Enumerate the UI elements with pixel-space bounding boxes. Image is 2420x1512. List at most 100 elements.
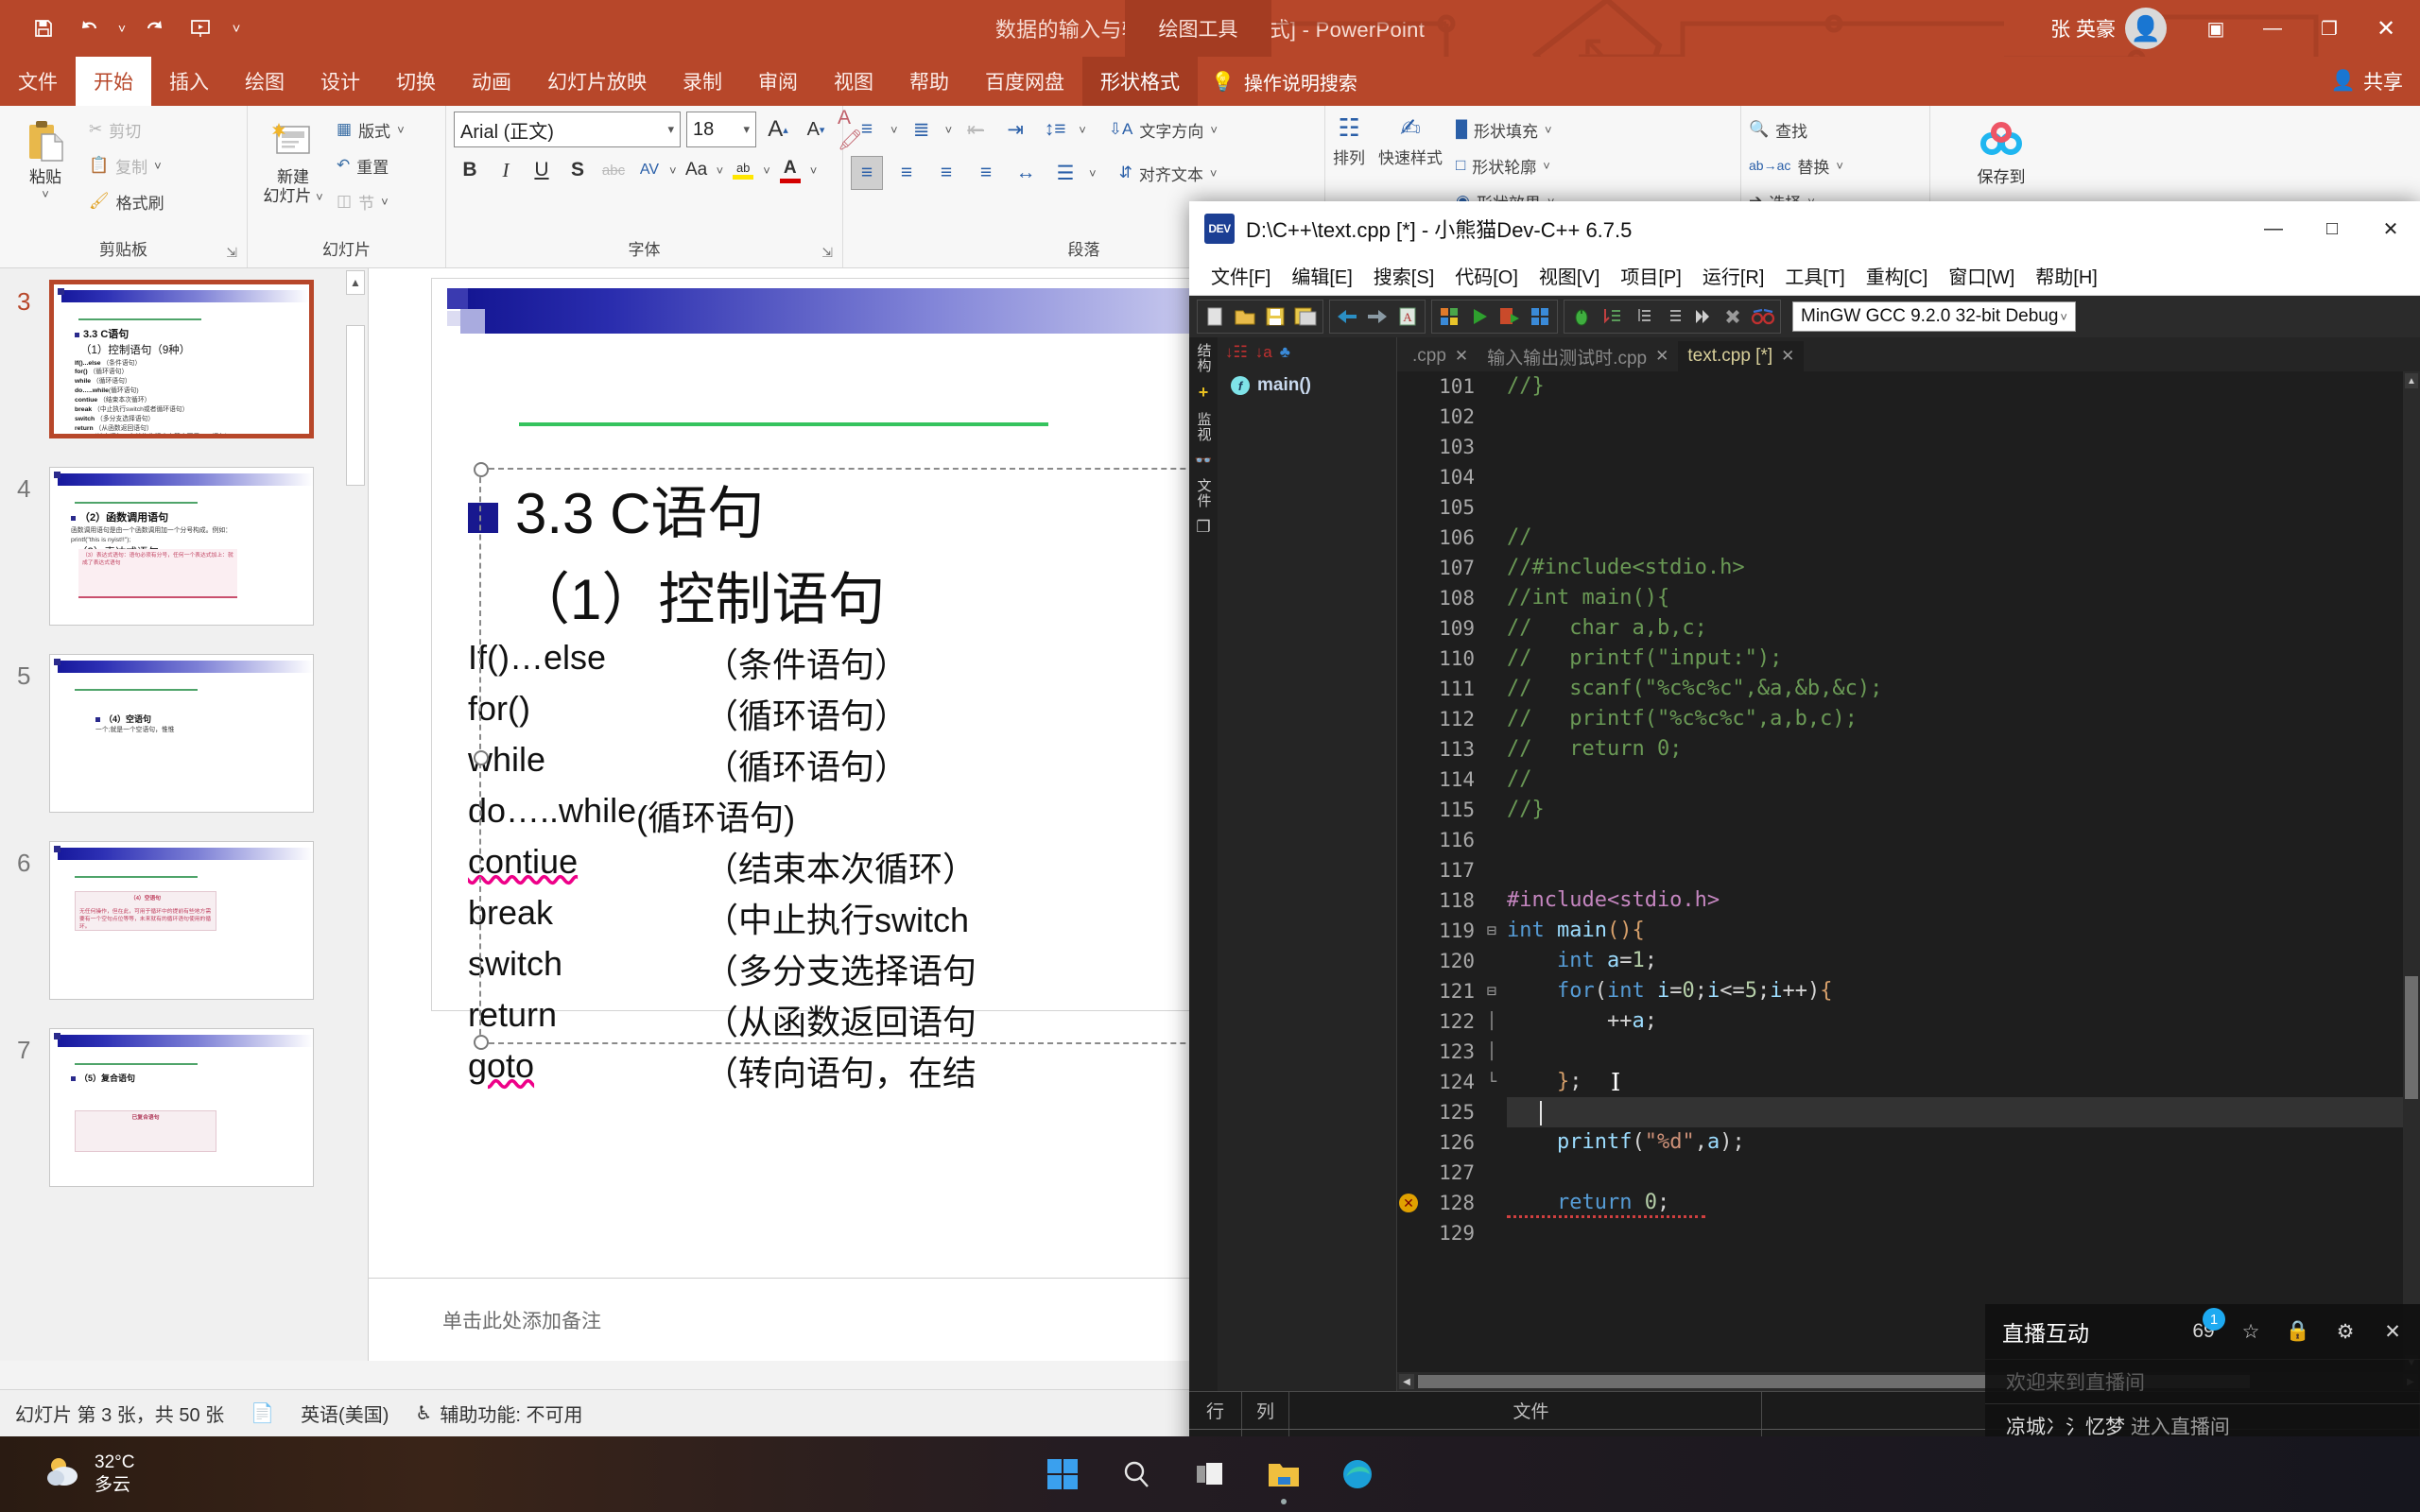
start-slideshow-icon[interactable] xyxy=(178,8,223,49)
fold-marker[interactable] xyxy=(1484,674,1499,704)
devcpp-structure-pane[interactable]: ↓☷ ↓a ♣ f main() xyxy=(1218,337,1397,1391)
fold-marker[interactable] xyxy=(1484,1188,1499,1218)
code-line[interactable] xyxy=(1507,855,2403,885)
code-line[interactable]: // scanf("%c%c%c",&a,&b,&c); xyxy=(1507,674,2403,704)
undo-dropdown-icon[interactable]: ˅ xyxy=(112,8,132,49)
taskbar-weather-widget[interactable]: 32°C 多云 xyxy=(0,1452,134,1497)
close-tab-icon[interactable]: ✕ xyxy=(1781,347,1794,366)
structure-item-main[interactable]: f main() xyxy=(1218,368,1396,396)
fold-marker[interactable] xyxy=(1484,734,1499,765)
tab-transitions[interactable]: 切换 xyxy=(378,57,454,106)
save-all-icon[interactable] xyxy=(1291,302,1320,331)
font-color-button[interactable]: A xyxy=(774,153,806,187)
save-icon[interactable] xyxy=(1261,302,1289,331)
gear-icon[interactable]: ⚙ xyxy=(2329,1315,2361,1348)
text-direction-button[interactable]: ⇩A 文字方向 ˅ xyxy=(1109,112,1218,147)
fold-marker[interactable] xyxy=(1484,492,1499,523)
tab-review[interactable]: 审阅 xyxy=(740,57,816,106)
layout-button[interactable]: ▦ 版式 ˅ xyxy=(337,112,405,147)
character-spacing-button[interactable]: AV xyxy=(633,153,666,187)
fold-marker[interactable] xyxy=(1484,644,1499,674)
compile-icon[interactable] xyxy=(1435,302,1463,331)
code-line[interactable]: // return 0; xyxy=(1507,734,2403,765)
save-icon[interactable] xyxy=(21,8,66,49)
code-line[interactable]: //#include<stdio.h> xyxy=(1507,553,2403,583)
thumbnail-slide-4[interactable]: 4 （2）函数调用语句 函数调用语句是由一个函数调用加一个分号构成。例如： pr… xyxy=(0,454,368,626)
thumbnail-image[interactable]: （2）函数调用语句 函数调用语句是由一个函数调用加一个分号构成。例如： prin… xyxy=(49,467,314,626)
fold-marker[interactable] xyxy=(1484,825,1499,855)
compile-and-run-icon[interactable] xyxy=(1495,302,1524,331)
close-icon[interactable]: ✕ xyxy=(2358,4,2414,53)
align-left-icon[interactable]: ≡ xyxy=(851,156,883,190)
code-editor-area[interactable]: ✕ 101 102 103 104 105 106 107 108 109 110 111 112 11… xyxy=(1397,371,2420,1372)
fold-marker[interactable] xyxy=(1484,402,1499,432)
minimize-icon[interactable]: — xyxy=(2244,4,2301,53)
cut-button[interactable]: ✂ 剪切 xyxy=(89,112,164,147)
fold-marker[interactable] xyxy=(1484,765,1499,795)
arrange-button[interactable]: ☷ 排列 xyxy=(1333,113,1365,168)
distribute-icon[interactable]: ↔ xyxy=(1010,156,1042,190)
code-line[interactable]: // char a,b,c; xyxy=(1507,613,2403,644)
strikethrough-button[interactable]: abc xyxy=(597,153,630,187)
menu-code[interactable]: 代码[O] xyxy=(1444,262,1529,289)
rebuild-all-icon[interactable] xyxy=(1526,302,1554,331)
line-spacing-chevron-icon[interactable]: ˅ xyxy=(1079,123,1086,137)
replace-button[interactable]: ab→ac 替换 ˅ xyxy=(1749,147,1843,183)
fold-marker[interactable] xyxy=(1484,1218,1499,1248)
thumbnail-image[interactable]: （4）空语句 一个;就是一个空语句，惟惟 xyxy=(49,654,314,813)
scroll-up-icon[interactable]: ▲ xyxy=(2405,373,2418,388)
maximize-icon[interactable]: ❐ xyxy=(2301,4,2358,53)
code-line[interactable]: return 0; xyxy=(1507,1188,2403,1218)
resize-handle-tl[interactable] xyxy=(474,462,489,477)
shape-fill-chevron-icon[interactable]: ˅ xyxy=(1545,123,1552,137)
thumbnail-image[interactable]: （5）复合语句 已复合语句 xyxy=(49,1028,314,1187)
breakpoint-gutter[interactable]: ✕ xyxy=(1397,371,1422,1372)
new-slide-dropdown-icon[interactable]: ˅ xyxy=(316,190,323,204)
fold-marker[interactable] xyxy=(1484,613,1499,644)
code-line[interactable] xyxy=(1507,402,2403,432)
code-line[interactable]: int a=1; xyxy=(1507,946,2403,976)
code-line[interactable] xyxy=(1507,1218,2403,1248)
tell-me-search[interactable]: 💡 操作说明搜索 xyxy=(1198,57,1371,106)
section-dropdown-icon[interactable]: ˅ xyxy=(381,195,389,209)
editor-vertical-scrollbar[interactable]: ▲ ▼ xyxy=(2403,371,2420,1372)
code-line[interactable] xyxy=(1507,1037,2403,1067)
tab-shape-format[interactable]: 形状格式 xyxy=(1082,57,1198,106)
menu-file[interactable]: 文件[F] xyxy=(1201,262,1281,289)
code-line[interactable] xyxy=(1507,432,2403,462)
fold-marker[interactable] xyxy=(1484,371,1499,402)
resize-handle-ml[interactable] xyxy=(474,750,489,765)
side-tab-structure[interactable]: 结构 xyxy=(1194,343,1214,373)
thumbnail-scrollbar[interactable]: ▲ xyxy=(343,268,368,1361)
copy-button[interactable]: 📋 复制 ˅ xyxy=(89,147,164,183)
editor-tab-text-cpp[interactable]: text.cpp [*] ✕ xyxy=(1678,341,1805,371)
fold-marker[interactable] xyxy=(1484,704,1499,734)
minimize-icon[interactable]: — xyxy=(2244,201,2303,256)
shape-outline-chevron-icon[interactable]: ˅ xyxy=(1543,159,1550,173)
new-file-icon[interactable] xyxy=(1201,302,1229,331)
fold-marker[interactable] xyxy=(1484,1127,1499,1158)
find-button[interactable]: 🔍 查找 xyxy=(1749,112,1843,147)
fold-marker[interactable]: │ xyxy=(1484,1006,1499,1037)
code-line[interactable]: }; xyxy=(1507,1067,2403,1097)
editor-tab-cpp[interactable]: .cpp ✕ xyxy=(1403,341,1478,371)
avatar[interactable]: 👤 xyxy=(2125,8,2167,49)
share-button[interactable]: 👤 共享 xyxy=(2331,57,2403,106)
start-button-icon[interactable] xyxy=(1038,1450,1087,1499)
menu-run[interactable]: 运行[R] xyxy=(1692,262,1775,289)
fold-marker[interactable] xyxy=(1484,1158,1499,1188)
grow-font-icon[interactable]: A ▴ xyxy=(762,112,794,146)
menu-search[interactable]: 搜索[S] xyxy=(1363,262,1444,289)
bullets-icon[interactable]: ≡ xyxy=(851,112,883,146)
fold-marker[interactable]: ⊟ xyxy=(1484,916,1499,946)
tab-record[interactable]: 录制 xyxy=(665,57,740,106)
align-right-icon[interactable]: ≡ xyxy=(930,156,962,190)
editor-tab-io-test[interactable]: 输入输出测试时.cpp ✕ xyxy=(1478,341,1678,371)
file-explorer-icon[interactable] xyxy=(1259,1450,1308,1504)
slide-thumbnail-pane[interactable]: 3 3.3 C语句 （1）控制语句（9种） If()...else （条件语句）… xyxy=(0,268,369,1361)
back-arrow-icon[interactable] xyxy=(1333,302,1361,331)
bilibili-icon[interactable]: 69 1 xyxy=(2187,1308,2225,1348)
status-language[interactable]: 英语(美国) xyxy=(301,1400,389,1427)
quick-styles-button[interactable]: ✍ 快速样式 xyxy=(1378,113,1443,168)
change-case-chevron-icon[interactable]: ˅ xyxy=(717,163,724,178)
